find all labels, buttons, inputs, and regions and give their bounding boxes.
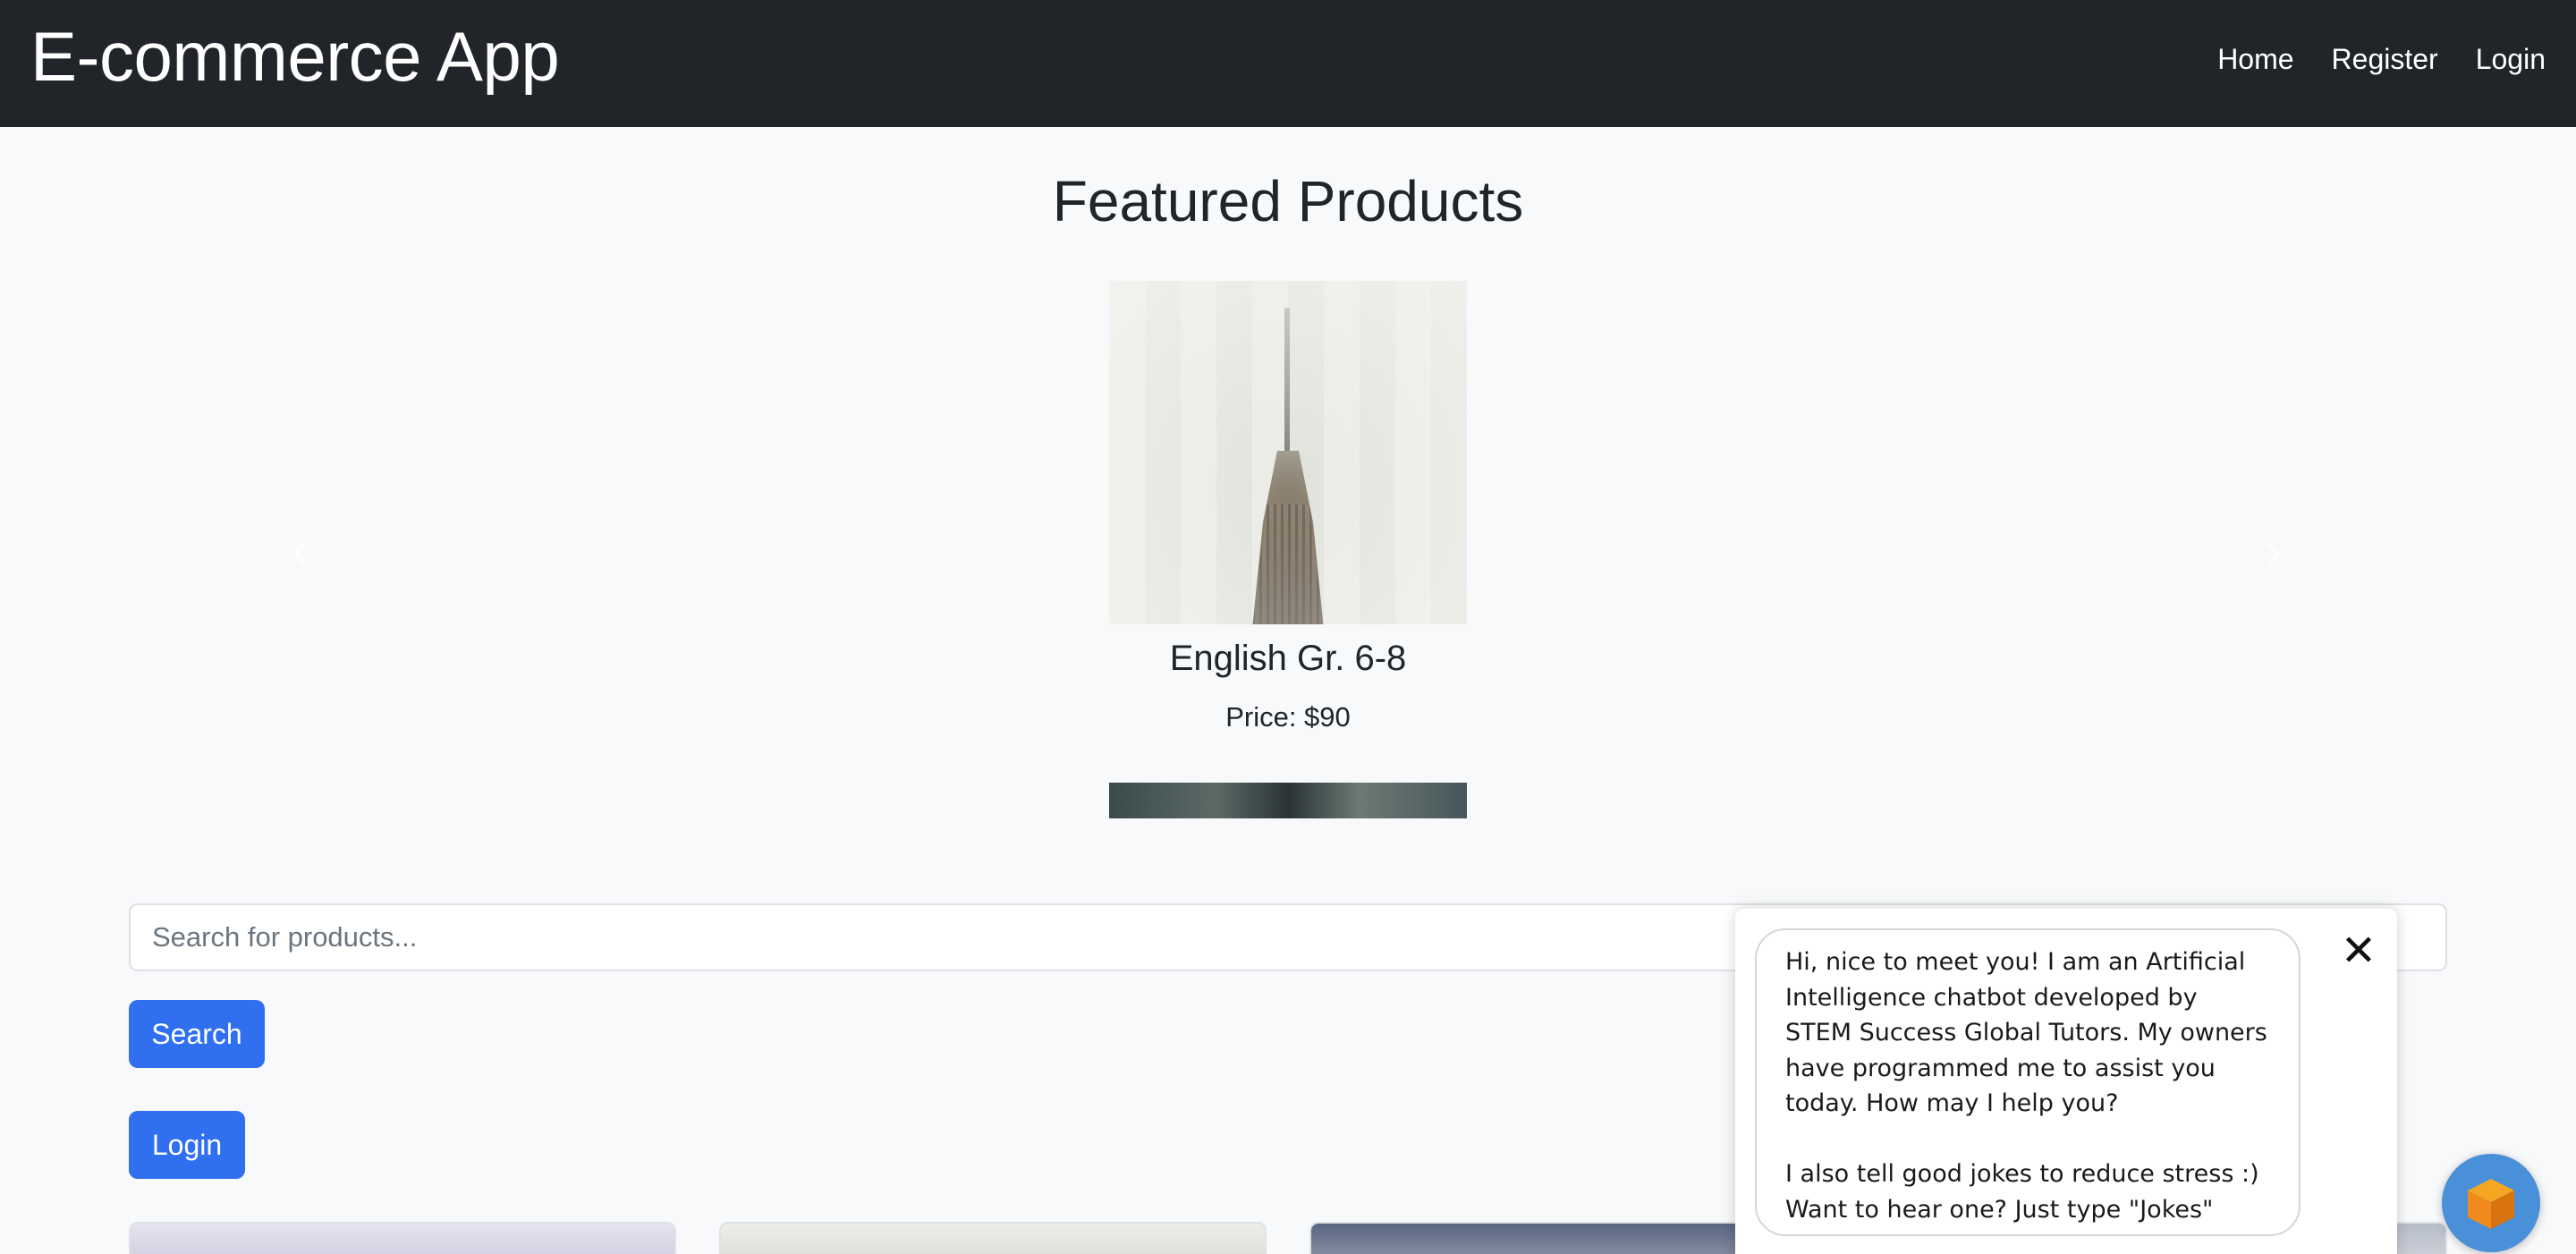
featured-product-image[interactable] <box>1109 281 1467 624</box>
cube-icon <box>2468 1179 2514 1229</box>
featured-title: Featured Products <box>1052 169 1524 233</box>
nav-link-login[interactable]: Login <box>2476 43 2546 76</box>
nav-link-home[interactable]: Home <box>2217 43 2293 76</box>
top-navbar: E-commerce App Home Register Login <box>0 0 2576 127</box>
nav-links: Home Register Login <box>2217 43 2546 76</box>
product-card[interactable] <box>719 1222 1267 1254</box>
chatbot-greeting-text: Hi, nice to meet you! I am an Artificial… <box>1785 948 2267 1117</box>
carousel-next-icon[interactable]: › <box>2256 519 2292 581</box>
featured-product-name: English Gr. 6-8 <box>1169 639 1407 678</box>
featured-product-price: Price: $90 <box>1225 701 1351 733</box>
nav-link-register[interactable]: Register <box>2332 43 2438 76</box>
close-icon[interactable]: ✕ <box>2336 928 2381 973</box>
next-featured-product-image[interactable] <box>1109 783 1467 818</box>
search-button[interactable]: Search <box>129 1000 265 1068</box>
brand-title[interactable]: E-commerce App <box>30 16 560 97</box>
product-card[interactable] <box>129 1222 676 1254</box>
carousel-prev-icon[interactable]: ‹ <box>283 519 318 581</box>
chatbot-message-bubble: Hi, nice to meet you! I am an Artificial… <box>1755 928 2301 1236</box>
chatbot-launcher-button[interactable] <box>2442 1154 2540 1252</box>
login-button[interactable]: Login <box>129 1111 245 1179</box>
chatbot-jokes-text: I also tell good jokes to reduce stress … <box>1785 1160 2259 1224</box>
